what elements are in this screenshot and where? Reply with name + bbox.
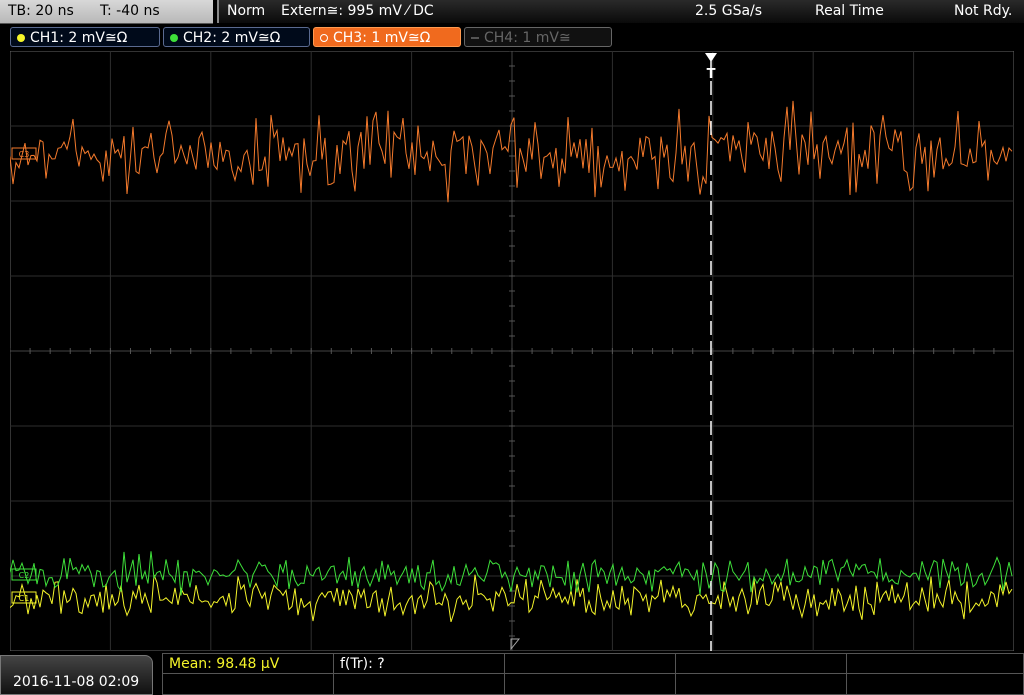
- ch2-label: CH2: 2 mV≅Ω: [183, 30, 281, 46]
- measurement-slot-8[interactable]: [504, 673, 676, 695]
- measurement-slot-5[interactable]: [846, 653, 1024, 674]
- measurement-mean[interactable]: Mean: 98.48 µV: [162, 653, 334, 674]
- ch1-label: CH1: 2 mV≅Ω: [30, 30, 128, 46]
- run-state: Not Rdy.: [954, 3, 1013, 19]
- ch1-marker-label: C1: [19, 594, 30, 603]
- trigger-mode: Norm: [227, 3, 266, 19]
- ch1-dot-icon: [17, 34, 25, 42]
- sample-rate: 2.5 GSa/s: [695, 3, 763, 19]
- measurement-slot-4[interactable]: [675, 653, 847, 674]
- measurement-slot-9[interactable]: [675, 673, 847, 695]
- ch3-label: CH3: 1 mV≅Ω: [333, 30, 431, 46]
- waveform-display[interactable]: T C3 C2 C1: [10, 51, 1014, 651]
- channel-bar: CH1: 2 mV≅Ω CH2: 2 mV≅Ω CH3: 1 mV≅Ω CH4:…: [0, 25, 1024, 49]
- channel-tab-ch4[interactable]: CH4: 1 mV≅: [464, 27, 612, 47]
- top-status-bar: TB: 20 ns T: -40 ns Norm Extern≅: 995 mV…: [0, 0, 1024, 24]
- date-panel: 2016-11-08 02:09: [0, 655, 153, 695]
- channel-tab-ch1[interactable]: CH1: 2 mV≅Ω: [10, 27, 160, 47]
- measurement-slot-10[interactable]: [846, 673, 1024, 695]
- ch2-dot-icon: [170, 34, 178, 42]
- timebase-label: TB: 20 ns: [8, 3, 74, 19]
- ch4-off-icon: [471, 37, 479, 39]
- date-time: 2016-11-08 02:09: [13, 674, 140, 690]
- ch3-dot-icon: [320, 34, 328, 42]
- ch3-marker-label: C3: [19, 150, 30, 159]
- acquisition-status-panel[interactable]: Norm Extern≅: 995 mV ⁄ DC 2.5 GSa/s Real…: [217, 0, 1024, 23]
- acquisition-mode: Real Time: [815, 3, 884, 19]
- channel-tab-ch3[interactable]: CH3: 1 mV≅Ω: [313, 27, 461, 47]
- ch4-label: CH4: 1 mV≅: [484, 30, 571, 46]
- measurement-frequency[interactable]: f(Tr): ?: [333, 653, 505, 674]
- trigger-marker: T: [707, 67, 716, 82]
- bottom-bar: 2016-11-08 02:09 Mean: 98.48 µV f(Tr): ?: [0, 653, 1024, 695]
- measurement-slot-6[interactable]: [162, 673, 334, 695]
- measurement-panel[interactable]: Mean: 98.48 µV f(Tr): ?: [162, 653, 1024, 695]
- trigger-source: Extern≅: 995 mV ⁄ DC: [281, 3, 434, 19]
- timebase-panel[interactable]: TB: 20 ns T: -40 ns: [0, 0, 213, 24]
- ch2-marker-label: C2: [19, 571, 30, 580]
- measurement-slot-7[interactable]: [333, 673, 505, 695]
- trigger-offset-label: T: -40 ns: [100, 3, 160, 19]
- channel-tab-ch2[interactable]: CH2: 2 mV≅Ω: [163, 27, 310, 47]
- measurement-slot-3[interactable]: [504, 653, 676, 674]
